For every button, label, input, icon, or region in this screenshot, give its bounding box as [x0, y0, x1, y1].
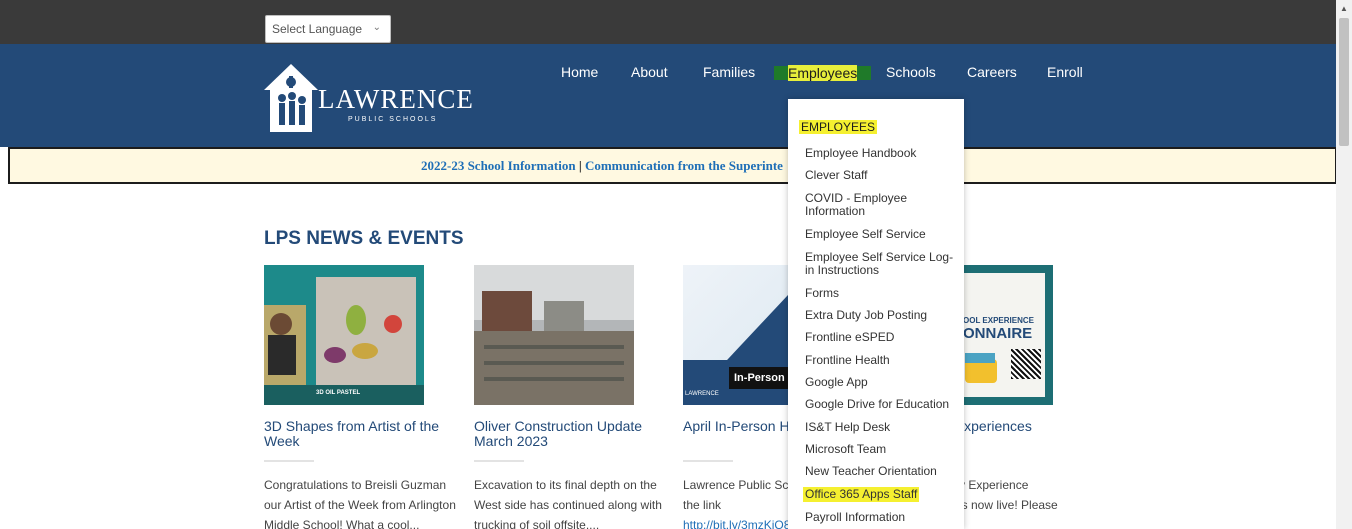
site-logo[interactable]: LAWRENCE PUBLIC SCHOOLS: [262, 62, 473, 132]
logo-subtitle: PUBLIC SCHOOLS: [348, 116, 438, 123]
language-select[interactable]: Select Language ⌄: [265, 15, 391, 43]
menu-item-covid-employee-info[interactable]: COVID - Employee Information: [805, 192, 955, 218]
menu-item-ess-login-instructions[interactable]: Employee Self Service Log-in Instruction…: [805, 251, 955, 277]
menu-item-google-drive-education[interactable]: Google Drive for Education: [805, 398, 955, 411]
menu-item-microsoft-team[interactable]: Microsoft Team: [805, 443, 955, 456]
news-card-title[interactable]: Oliver Construction Update March 2023: [474, 419, 674, 449]
banner-link-school-info[interactable]: 2022-23 School Information: [421, 158, 576, 173]
news-card-image-caption: In-Person: [734, 372, 785, 384]
logo-house-icon: [264, 64, 318, 132]
employees-dropdown-menu: EMPLOYEES Employee Handbook Clever Staff…: [788, 99, 964, 529]
news-card-excerpt: y Experience is now live! Please: [959, 475, 1099, 515]
news-card-image-line2: ONNAIRE: [963, 325, 1033, 342]
language-select-value: Select Language: [272, 22, 363, 36]
menu-item-forms[interactable]: Forms: [805, 287, 955, 300]
news-card-title[interactable]: ol Experiences ire: [940, 419, 1100, 449]
news-card-image[interactable]: [474, 265, 634, 405]
news-card-image-caption: 3D OIL PASTEL: [316, 390, 361, 396]
news-card-title[interactable]: 3D Shapes from Artist of the Week: [264, 419, 464, 449]
news-section-title: LPS NEWS & EVENTS: [264, 228, 464, 249]
nav-schools[interactable]: Schools: [886, 64, 936, 80]
news-card-image[interactable]: 3D OIL PASTEL: [264, 265, 424, 405]
menu-item-office-365-apps-staff[interactable]: Office 365 Apps Staff: [803, 487, 920, 502]
nav-home[interactable]: Home: [561, 64, 598, 80]
news-card-excerpt-line1: y Experience: [959, 478, 1029, 492]
nav-about[interactable]: About: [631, 64, 668, 80]
nav-employees-label: Employees: [788, 65, 858, 81]
divider: [474, 460, 524, 462]
nav-families[interactable]: Families: [703, 64, 755, 80]
scroll-up-arrow-icon[interactable]: ▲: [1340, 4, 1348, 13]
news-card-image-logo: LAWRENCE: [685, 391, 719, 397]
news-card[interactable]: 3D OIL PASTEL 3D Shapes from Artist of t…: [264, 265, 464, 529]
news-card-image-line1: OOL EXPERIENCE: [963, 316, 1034, 325]
menu-item-extra-duty-job-posting[interactable]: Extra Duty Job Posting: [805, 309, 955, 322]
nav-employees[interactable]: Employees: [774, 65, 872, 81]
news-card-excerpt-line2: is now live! Please: [959, 498, 1058, 512]
menu-item-employee-self-service[interactable]: Employee Self Service: [805, 228, 955, 241]
menu-item-google-app[interactable]: Google App: [805, 376, 955, 389]
news-card-link[interactable]: http://bit.ly/3mzKiQ8: [683, 518, 790, 529]
scrollbar-thumb[interactable]: [1339, 18, 1349, 146]
logo-wordmark: LAWRENCE: [318, 84, 474, 114]
site-header: LAWRENCE PUBLIC SCHOOLS Home About Famil…: [0, 44, 1336, 147]
news-card-excerpt: Excavation to its final depth on the Wes…: [474, 478, 662, 529]
dropdown-heading[interactable]: EMPLOYEES: [799, 120, 878, 134]
nav-enroll[interactable]: Enroll: [1047, 64, 1083, 80]
page-scrollbar[interactable]: ▲: [1336, 0, 1352, 529]
chevron-down-icon: ⌄: [372, 22, 381, 33]
info-banner: 2022-23 School Information | Communicati…: [8, 147, 1337, 184]
divider: [264, 460, 314, 462]
banner-separator: |: [578, 158, 582, 173]
divider: [683, 460, 733, 462]
menu-item-ist-help-desk[interactable]: IS&T Help Desk: [805, 421, 955, 434]
menu-item-new-teacher-orientation[interactable]: New Teacher Orientation: [805, 465, 955, 478]
menu-item-clever-staff[interactable]: Clever Staff: [805, 169, 955, 182]
banner-link-superintendent[interactable]: Communication from the Superinte: [585, 158, 783, 173]
menu-item-frontline-health[interactable]: Frontline Health: [805, 354, 955, 367]
menu-item-payroll-information[interactable]: Payroll Information: [805, 511, 955, 524]
menu-item-employee-handbook[interactable]: Employee Handbook: [805, 147, 955, 160]
news-card-excerpt: Congratulations to Breisli Guzman our Ar…: [264, 478, 456, 529]
nav-careers[interactable]: Careers: [967, 64, 1017, 80]
menu-item-frontline-esped[interactable]: Frontline eSPED: [805, 331, 955, 344]
top-bar: Select Language ⌄: [0, 0, 1336, 44]
banner-text: 2022-23 School Information | Communicati…: [421, 158, 783, 174]
news-card[interactable]: Oliver Construction Update March 2023 Ex…: [474, 265, 674, 529]
